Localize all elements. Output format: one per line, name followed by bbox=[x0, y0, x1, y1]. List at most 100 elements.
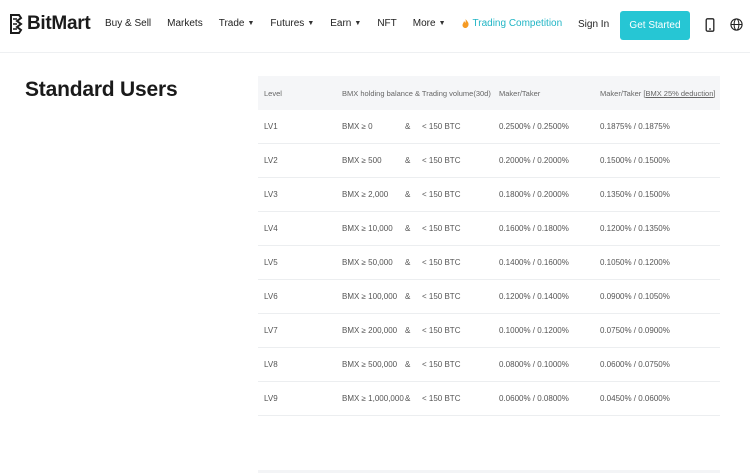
maker-taker-cell: 0.2000% / 0.2000% bbox=[499, 156, 569, 165]
menu-trading-competition[interactable]: Trading Competition bbox=[462, 18, 563, 29]
bmx-deduction-link[interactable]: [BMX 25% deduction] bbox=[643, 89, 715, 98]
main-menu: Buy & Sell Markets Trade ▼ Futures ▼ Earn ▼… bbox=[105, 18, 578, 29]
bitmart-logo[interactable]: BitMart bbox=[8, 13, 91, 35]
bmx-balance-cell: BMX ≥ 0 bbox=[342, 122, 373, 131]
brand-name: BitMart bbox=[27, 13, 91, 34]
trading-volume-cell: < 150 BTC bbox=[422, 292, 461, 301]
level-cell: LV2 bbox=[264, 156, 278, 165]
trading-competition-label: Trading Competition bbox=[472, 18, 563, 29]
ampersand-cell: & bbox=[405, 190, 411, 199]
header-maker-taker-deduction: Maker/Taker [BMX 25% deduction] bbox=[600, 89, 716, 98]
flame-icon bbox=[462, 19, 469, 28]
level-cell: LV1 bbox=[264, 122, 278, 131]
menu-earn-label: Earn bbox=[330, 18, 352, 29]
level-cell: LV3 bbox=[264, 190, 278, 199]
sign-in-link[interactable]: Sign In bbox=[578, 19, 609, 30]
bmx-balance-cell: BMX ≥ 10,000 bbox=[342, 224, 393, 233]
header-maker-taker: Maker/Taker bbox=[499, 88, 541, 98]
bmx-balance-cell: BMX ≥ 50,000 bbox=[342, 258, 393, 267]
maker-taker-deduction-cell: 0.0450% / 0.0600% bbox=[600, 394, 670, 403]
bmx-balance-cell: BMX ≥ 1,000,000 bbox=[342, 394, 404, 403]
maker-taker-cell: 0.0600% / 0.0800% bbox=[499, 394, 569, 403]
fee-table: Level BMX holding balance & Trading volu… bbox=[258, 76, 720, 416]
maker-taker-deduction-cell: 0.1050% / 0.1200% bbox=[600, 258, 670, 267]
trading-volume-cell: < 150 BTC bbox=[422, 156, 461, 165]
caret-down-icon: ▼ bbox=[247, 20, 255, 27]
maker-taker-deduction-cell: 0.0600% / 0.0750% bbox=[600, 360, 670, 369]
bmx-balance-cell: BMX ≥ 100,000 bbox=[342, 292, 398, 301]
bmx-balance-cell: BMX ≥ 200,000 bbox=[342, 326, 398, 335]
table-row: LV6 BMX ≥ 100,000 & < 150 BTC 0.1200% / 0.14… bbox=[258, 280, 720, 314]
table-row: LV8 BMX ≥ 500,000 & < 150 BTC 0.0800% / 0.10… bbox=[258, 348, 720, 382]
table-row: LV3 BMX ≥ 2,000 & < 150 BTC 0.1800% / 0.2000… bbox=[258, 178, 720, 212]
menu-more-label: More bbox=[412, 18, 436, 29]
table-header: Level BMX holding balance & Trading volu… bbox=[258, 76, 720, 110]
maker-taker-cell: 0.1000% / 0.1200% bbox=[499, 326, 569, 335]
level-cell: LV4 bbox=[264, 224, 278, 233]
globe-icon[interactable] bbox=[730, 18, 743, 31]
level-cell: LV8 bbox=[264, 360, 278, 369]
level-cell: LV9 bbox=[264, 394, 278, 403]
level-cell: LV7 bbox=[264, 326, 278, 335]
ampersand-cell: & bbox=[405, 292, 411, 301]
trading-volume-cell: < 150 BTC bbox=[422, 258, 461, 267]
trading-volume-cell: < 150 BTC bbox=[422, 122, 461, 131]
maker-taker-deduction-cell: 0.1875% / 0.1875% bbox=[600, 122, 670, 131]
ampersand-cell: & bbox=[405, 122, 411, 131]
maker-taker-cell: 0.0800% / 0.1000% bbox=[499, 360, 569, 369]
trading-volume-cell: < 150 BTC bbox=[422, 394, 461, 403]
bmx-balance-cell: BMX ≥ 500,000 bbox=[342, 360, 398, 369]
page-title: Standard Users bbox=[25, 78, 178, 101]
menu-futures-label: Futures bbox=[270, 18, 305, 29]
maker-taker-cell: 0.1400% / 0.1600% bbox=[499, 258, 569, 267]
caret-down-icon: ▼ bbox=[307, 20, 315, 27]
table-row: LV4 BMX ≥ 10,000 & < 150 BTC 0.1600% / 0.180… bbox=[258, 212, 720, 246]
menu-trade[interactable]: Trade ▼ bbox=[219, 18, 255, 29]
ampersand-cell: & bbox=[405, 394, 411, 403]
top-navigation: BitMart Buy & Sell Markets Trade ▼ Future… bbox=[0, 0, 750, 53]
menu-earn[interactable]: Earn ▼ bbox=[330, 18, 361, 29]
section-divider bbox=[258, 470, 720, 473]
ampersand-cell: & bbox=[405, 326, 411, 335]
header-level: Level bbox=[264, 88, 282, 98]
ampersand-cell: & bbox=[405, 224, 411, 233]
bitmart-logo-icon bbox=[10, 14, 23, 34]
menu-nft-label: NFT bbox=[377, 18, 397, 29]
menu-more[interactable]: More ▼ bbox=[413, 18, 446, 29]
menu-nft[interactable]: NFT bbox=[377, 18, 396, 29]
maker-taker-cell: 0.2500% / 0.2500% bbox=[499, 122, 569, 131]
trading-volume-cell: < 150 BTC bbox=[422, 190, 461, 199]
menu-markets-label: Markets bbox=[167, 18, 203, 29]
maker-taker-deduction-cell: 0.1350% / 0.1500% bbox=[600, 190, 670, 199]
trading-volume-cell: < 150 BTC bbox=[422, 360, 461, 369]
ampersand-cell: & bbox=[405, 156, 411, 165]
menu-futures[interactable]: Futures ▼ bbox=[270, 18, 314, 29]
header-holding: BMX holding balance & Trading volume(30d… bbox=[342, 88, 491, 98]
table-row: LV9 BMX ≥ 1,000,000 & < 150 BTC 0.0600% / 0.… bbox=[258, 382, 720, 416]
menu-markets[interactable]: Markets bbox=[167, 18, 203, 29]
get-started-button[interactable]: Get Started bbox=[620, 11, 690, 40]
table-row: LV5 BMX ≥ 50,000 & < 150 BTC 0.1400% / 0.160… bbox=[258, 246, 720, 280]
level-cell: LV6 bbox=[264, 292, 278, 301]
caret-down-icon: ▼ bbox=[438, 20, 446, 27]
bmx-balance-cell: BMX ≥ 2,000 bbox=[342, 190, 389, 199]
maker-taker-deduction-cell: 0.0750% / 0.0900% bbox=[600, 326, 670, 335]
maker-taker-cell: 0.1800% / 0.2000% bbox=[499, 190, 569, 199]
table-row: LV2 BMX ≥ 500 & < 150 BTC 0.2000% / 0.2000% 0… bbox=[258, 144, 720, 178]
phone-icon[interactable] bbox=[705, 18, 715, 32]
bmx-balance-cell: BMX ≥ 500 bbox=[342, 156, 382, 165]
ampersand-cell: & bbox=[405, 360, 411, 369]
menu-trade-label: Trade bbox=[218, 18, 245, 29]
table-row: LV1 BMX ≥ 0 & < 150 BTC 0.2500% / 0.2500% 0.1… bbox=[258, 110, 720, 144]
menu-buy-sell-label: Buy & Sell bbox=[105, 18, 152, 29]
maker-taker-deduction-cell: 0.1200% / 0.1350% bbox=[600, 224, 670, 233]
caret-down-icon: ▼ bbox=[354, 20, 362, 27]
maker-taker-cell: 0.1200% / 0.1400% bbox=[499, 292, 569, 301]
menu-buy-sell[interactable]: Buy & Sell bbox=[105, 18, 151, 29]
header-deduction-prefix: Maker/Taker bbox=[600, 88, 644, 98]
trading-volume-cell: < 150 BTC bbox=[422, 326, 461, 335]
trading-volume-cell: < 150 BTC bbox=[422, 224, 461, 233]
maker-taker-deduction-cell: 0.0900% / 0.1050% bbox=[600, 292, 670, 301]
ampersand-cell: & bbox=[405, 258, 411, 267]
maker-taker-cell: 0.1600% / 0.1800% bbox=[499, 224, 569, 233]
